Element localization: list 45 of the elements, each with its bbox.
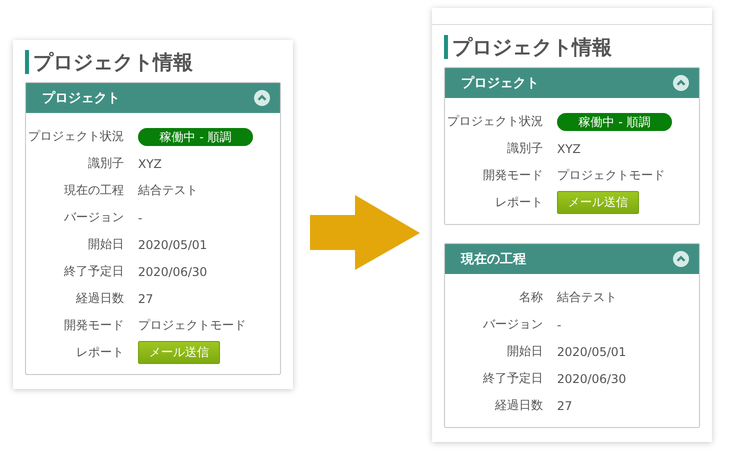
send-mail-button[interactable]: メール送信 — [138, 341, 220, 364]
panel-title: プロジェクト情報 — [444, 35, 612, 59]
field-label: 開始日 — [506, 343, 544, 360]
field-value: 2020/05/01 — [138, 238, 208, 252]
field-label: 終了予定日 — [63, 263, 125, 280]
field-label: レポート — [75, 344, 125, 361]
field-label: 開発モード — [482, 167, 544, 184]
field-value: プロジェクトモード — [138, 317, 246, 334]
field-value: 結合テスト — [138, 182, 198, 199]
field-value: 2020/05/01 — [557, 344, 626, 358]
field-label: プロジェクト状況 — [446, 113, 544, 130]
field-label: プロジェクト状況 — [27, 128, 125, 145]
status-badge: 稼働中 - 順調 — [557, 112, 672, 130]
section-title: プロジェクト — [42, 90, 120, 107]
arrow-icon — [310, 195, 420, 270]
field-value: 結合テスト — [557, 289, 617, 306]
field-label: 開始日 — [87, 236, 125, 253]
field-label: 開発モード — [63, 317, 125, 334]
field-label: 経過日数 — [494, 397, 544, 414]
section-title: 現在の工程 — [461, 251, 526, 268]
field-value: 2020/06/30 — [557, 372, 626, 386]
field-label: バージョン — [63, 209, 125, 226]
field-value: 2020/06/30 — [138, 264, 208, 278]
section-title: プロジェクト — [461, 74, 539, 92]
field-value: - — [557, 318, 562, 332]
field-value: 27 — [557, 398, 572, 412]
field-label: 名称 — [518, 289, 544, 306]
field-value: プロジェクトモード — [557, 167, 665, 184]
collapse-icon[interactable] — [673, 251, 689, 267]
status-badge: 稼働中 - 順調 — [138, 128, 253, 146]
field-label: バージョン — [482, 316, 544, 333]
field-value: - — [138, 210, 142, 224]
field-value: XYZ — [557, 142, 581, 156]
collapse-icon[interactable] — [673, 75, 689, 91]
field-label: 現在の工程 — [63, 182, 125, 199]
field-label: レポート — [494, 194, 544, 211]
field-label: 識別子 — [87, 155, 125, 172]
panel-title: プロジェクト情報 — [25, 50, 193, 74]
field-label: 経過日数 — [75, 290, 125, 307]
field-value: 27 — [138, 292, 154, 306]
field-value: XYZ — [138, 156, 162, 170]
field-label: 識別子 — [506, 140, 544, 157]
collapse-icon[interactable] — [254, 90, 270, 106]
field-label: 終了予定日 — [482, 370, 544, 387]
send-mail-button[interactable]: メール送信 — [557, 191, 639, 214]
